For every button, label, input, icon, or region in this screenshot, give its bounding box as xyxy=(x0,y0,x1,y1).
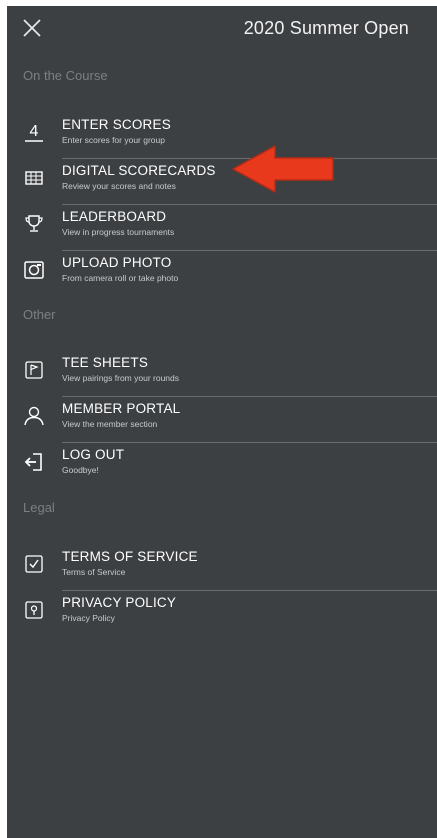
user-icon xyxy=(23,405,45,427)
menu-item-privacy-policy[interactable]: PRIVACY POLICY Privacy Policy xyxy=(7,591,437,637)
section-label-other: Other xyxy=(23,307,56,322)
menu-item-title: UPLOAD PHOTO xyxy=(62,255,172,270)
menu-item-title: ENTER SCORES xyxy=(62,117,171,132)
menu-item-title: MEMBER PORTAL xyxy=(62,401,181,416)
lock-icon xyxy=(23,599,45,621)
menu-item-subtitle: View the member section xyxy=(62,419,158,429)
trophy-icon xyxy=(23,213,45,235)
menu-item-tee-sheets[interactable]: TEE SHEETS View pairings from your round… xyxy=(7,351,437,397)
menu-item-title: TERMS OF SERVICE xyxy=(62,549,198,564)
menu-item-log-out[interactable]: LOG OUT Goodbye! xyxy=(7,443,437,489)
menu-item-title: DIGITAL SCORECARDS xyxy=(62,163,216,178)
menu-item-enter-scores[interactable]: 4 ENTER SCORES Enter scores for your gro… xyxy=(7,113,437,159)
scorecard-icon xyxy=(23,167,45,189)
menu-item-subtitle: Enter scores for your group xyxy=(62,135,165,145)
flag-icon xyxy=(23,359,45,381)
section-label-legal: Legal xyxy=(23,500,55,515)
menu-header: 2020 Summer Open xyxy=(7,6,437,50)
menu-item-subtitle: Privacy Policy xyxy=(62,613,115,623)
menu-item-title: TEE SHEETS xyxy=(62,355,149,370)
menu-item-leaderboard[interactable]: LEADERBOARD View in progress tournaments xyxy=(7,205,437,251)
logout-icon xyxy=(23,451,45,473)
menu-item-terms-of-service[interactable]: TERMS OF SERVICE Terms of Service xyxy=(7,545,437,591)
menu-item-digital-scorecards[interactable]: DIGITAL SCORECARDS Review your scores an… xyxy=(7,159,437,205)
side-menu: 2020 Summer Open On the Course 4 ENTER S… xyxy=(7,6,437,838)
menu-item-upload-photo[interactable]: UPLOAD PHOTO From camera roll or take ph… xyxy=(7,251,437,297)
enter-scores-icon: 4 xyxy=(23,121,45,143)
menu-item-subtitle: View pairings from your rounds xyxy=(62,373,180,383)
camera-icon xyxy=(23,259,45,281)
menu-item-subtitle: View in progress tournaments xyxy=(62,227,175,237)
menu-item-title: PRIVACY POLICY xyxy=(62,595,177,610)
menu-item-title: LOG OUT xyxy=(62,447,125,462)
svg-text:4: 4 xyxy=(30,123,39,140)
close-button[interactable] xyxy=(21,17,43,39)
menu-item-title: LEADERBOARD xyxy=(62,209,167,224)
page-title: 2020 Summer Open xyxy=(243,18,409,38)
annotation-arrow-icon xyxy=(232,145,334,193)
section-label-on-the-course: On the Course xyxy=(23,68,108,83)
menu-item-member-portal[interactable]: MEMBER PORTAL View the member section xyxy=(7,397,437,443)
close-icon xyxy=(23,19,41,37)
checklist-icon xyxy=(23,553,45,575)
menu-item-subtitle: Goodbye! xyxy=(62,465,99,475)
menu-item-subtitle: From camera roll or take photo xyxy=(62,273,179,283)
menu-item-subtitle: Review your scores and notes xyxy=(62,181,176,191)
menu-item-subtitle: Terms of Service xyxy=(62,567,126,577)
